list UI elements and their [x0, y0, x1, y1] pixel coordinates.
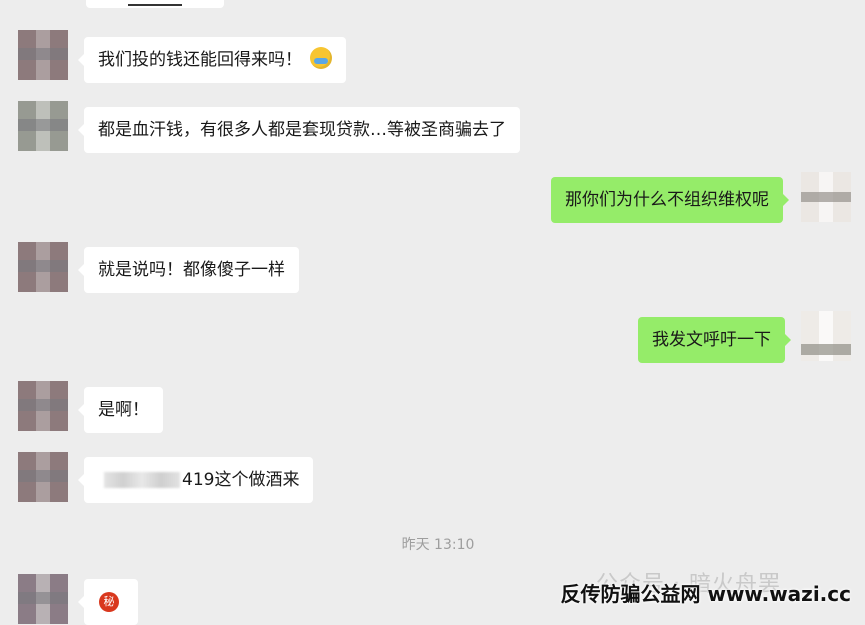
message-text: 我发文呼吁一下 [652, 330, 771, 350]
site-watermark: 反传防骗公益网 www.wazi.cc [560, 582, 852, 606]
message-bubble-incoming[interactable]: 是啊！ [78, 387, 163, 433]
message-bubble-incoming[interactable]: 419这个做酒来 [77, 457, 314, 503]
contact-avatar[interactable] [18, 574, 68, 624]
contact-avatar[interactable] [18, 30, 68, 80]
message-bubble-outgoing[interactable]: 我发文呼吁一下 [638, 317, 791, 363]
message-bubble-incoming[interactable]: 都是血汗钱，有很多人都是套现贷款…等被圣商骗去了 [78, 107, 520, 153]
secret-emoji-icon: 秘 [99, 592, 119, 612]
message-text: 419这个做酒来 [182, 470, 300, 490]
message-text: 那你们为什么不组织维权呢 [565, 190, 769, 210]
contact-avatar[interactable] [18, 381, 68, 431]
message-text: 我们投的钱还能回得来吗！ [98, 50, 302, 70]
message-timestamp: 昨天 13:10 [401, 537, 475, 553]
contact-avatar[interactable] [18, 242, 68, 292]
my-avatar[interactable] [801, 172, 851, 222]
message-text: 是啊！ [98, 400, 149, 420]
message-bubble-incoming[interactable]: 我们投的钱还能回得来吗！ [78, 37, 346, 83]
cry-laugh-emoji-icon [310, 47, 332, 69]
message-bubble-outgoing[interactable]: 那你们为什么不组织维权呢 [551, 177, 789, 223]
my-avatar[interactable] [801, 311, 851, 361]
message-bubble-incoming[interactable]: 就是说吗！都像傻子一样 [78, 247, 299, 293]
message-text: 就是说吗！都像傻子一样 [98, 260, 285, 280]
contact-avatar[interactable] [18, 452, 68, 502]
message-text: 都是血汗钱，有很多人都是套现贷款…等被圣商骗去了 [98, 120, 506, 140]
contact-avatar[interactable] [18, 101, 68, 151]
redacted-text [104, 472, 180, 488]
previous-message-stub [86, 0, 224, 8]
